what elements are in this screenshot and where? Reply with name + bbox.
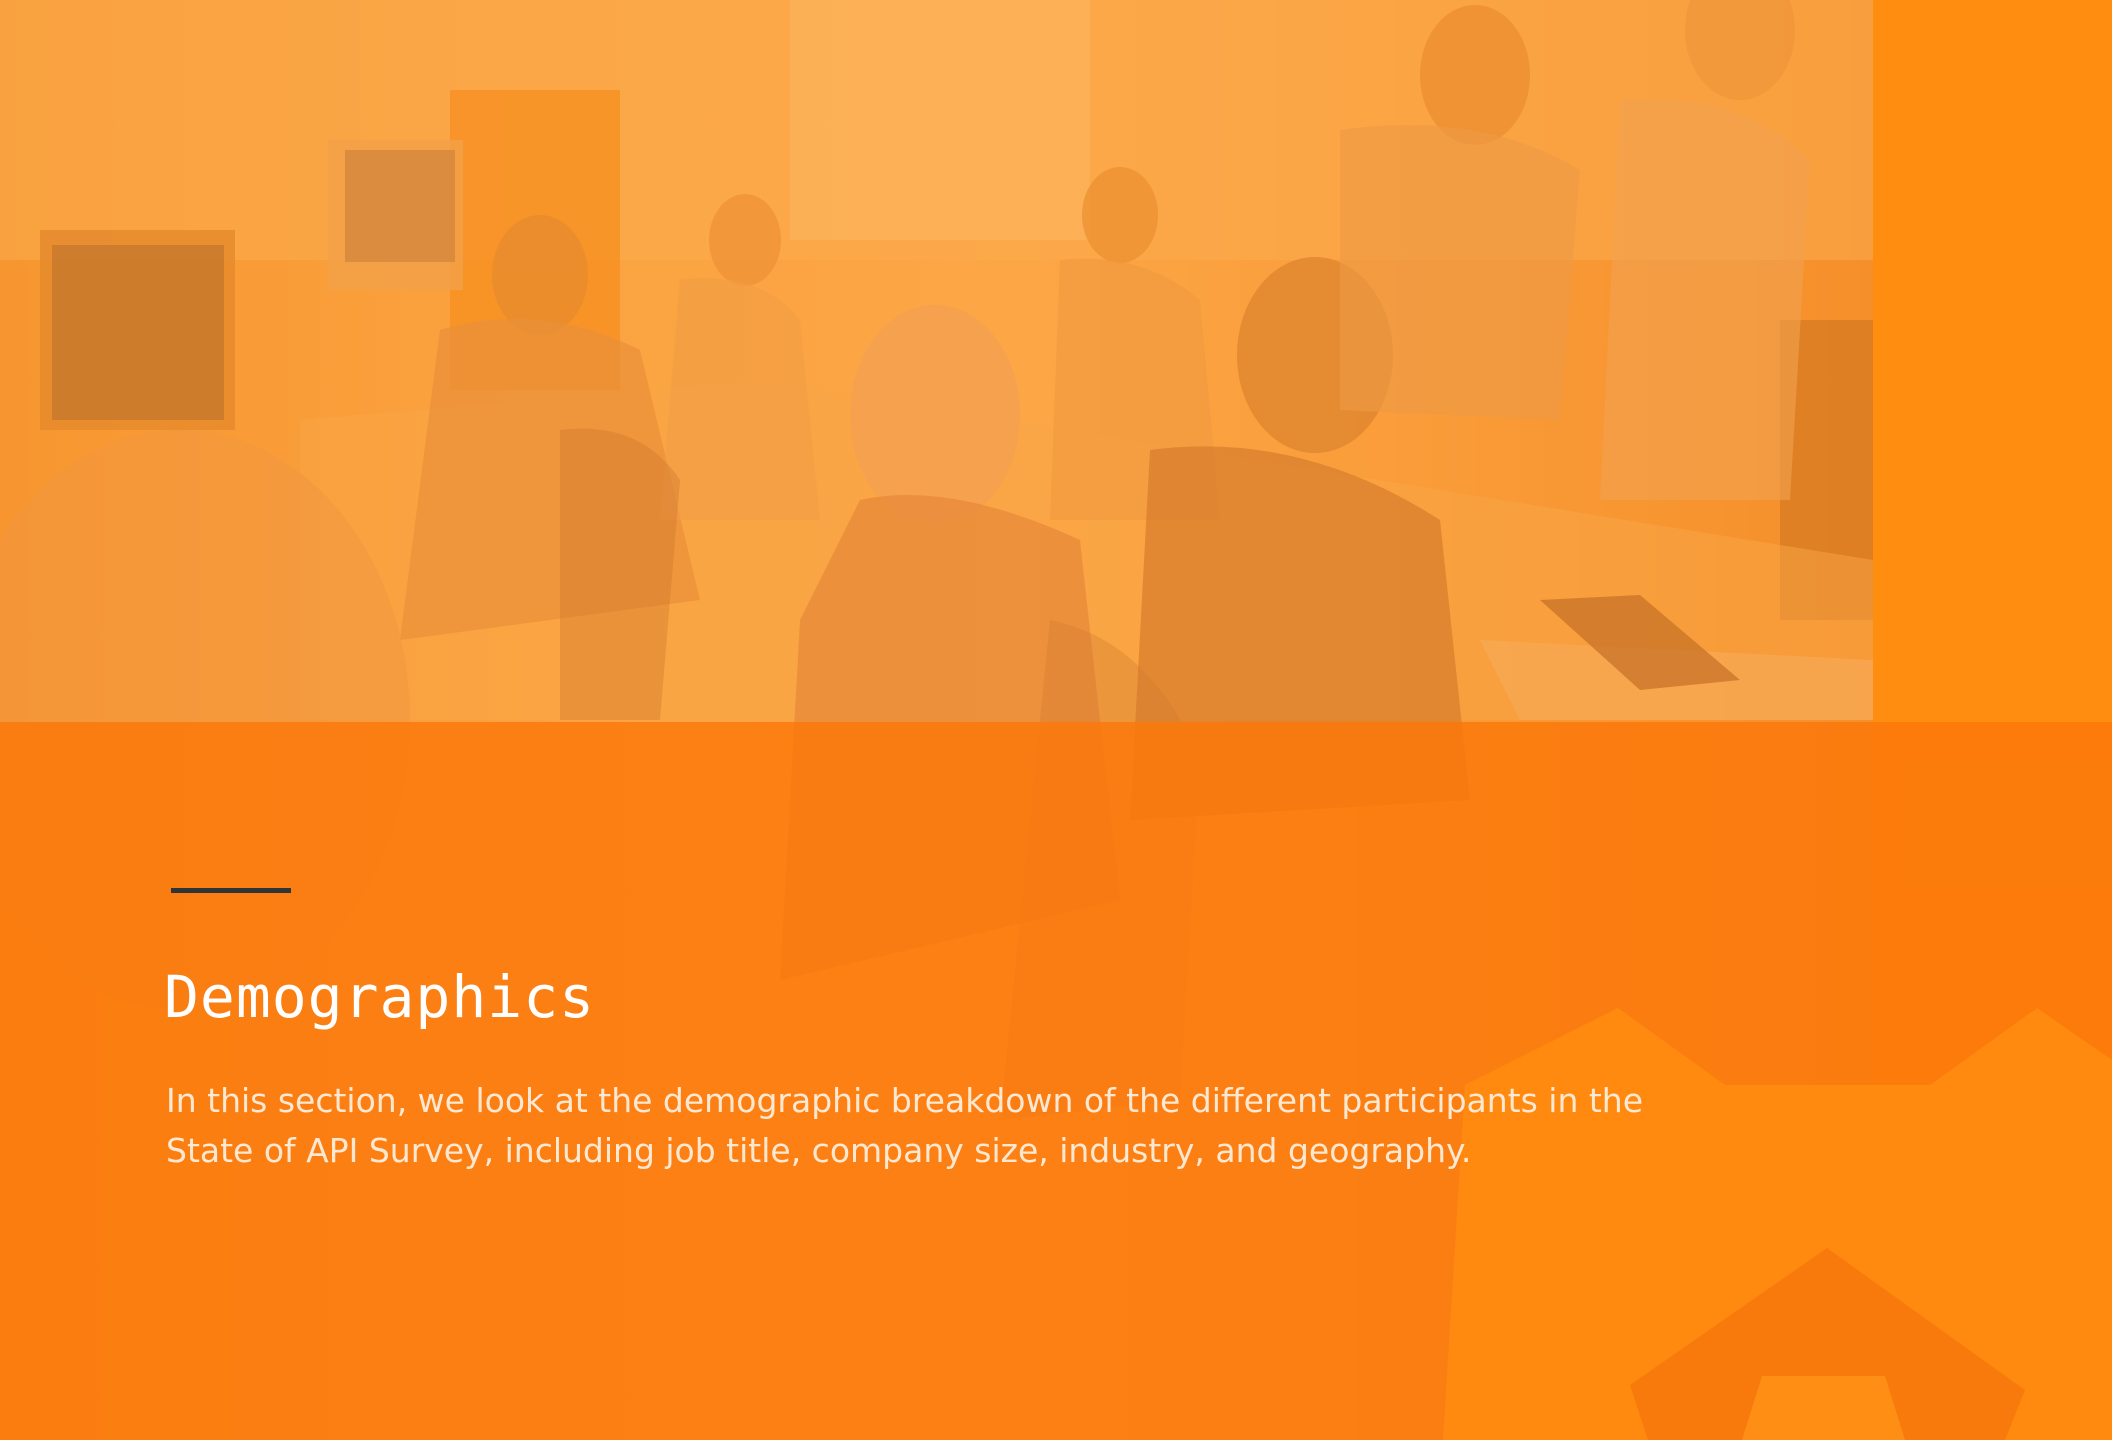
hexagon-decoration <box>1443 1008 2112 1440</box>
section-description: In this section, we look at the demograp… <box>166 1081 1644 1170</box>
section-divider-rule <box>171 888 291 893</box>
section-title: Demographics <box>164 963 596 1031</box>
